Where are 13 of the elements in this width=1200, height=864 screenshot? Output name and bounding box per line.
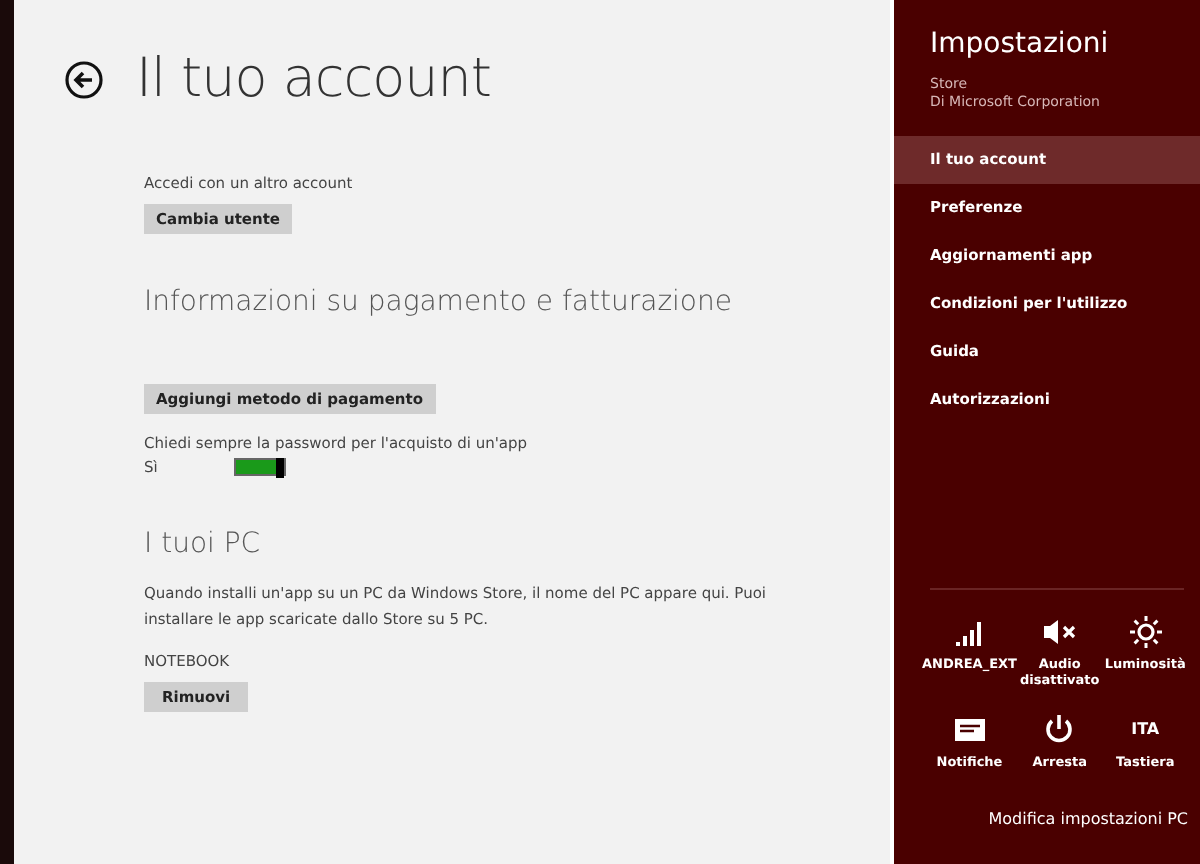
panel-title: Impostazioni	[930, 28, 1111, 60]
section-heading: I tuoi PC	[144, 528, 263, 560]
pc-settings-link[interactable]: Modifica impostazioni PC	[894, 770, 1200, 864]
brightness-icon	[1129, 615, 1162, 647]
signal-icon	[953, 617, 986, 645]
muted-speaker-icon	[1041, 617, 1078, 645]
power-icon	[1044, 714, 1075, 744]
toggle-switch[interactable]	[233, 458, 286, 476]
back-icon[interactable]	[64, 59, 104, 99]
notification-icon	[953, 717, 986, 741]
section-heading: Informazioni su pagamento e fatturazione	[144, 286, 734, 318]
keyboard-layout-icon: ITA	[1131, 720, 1160, 738]
page-title: Il tuo account	[136, 48, 491, 110]
